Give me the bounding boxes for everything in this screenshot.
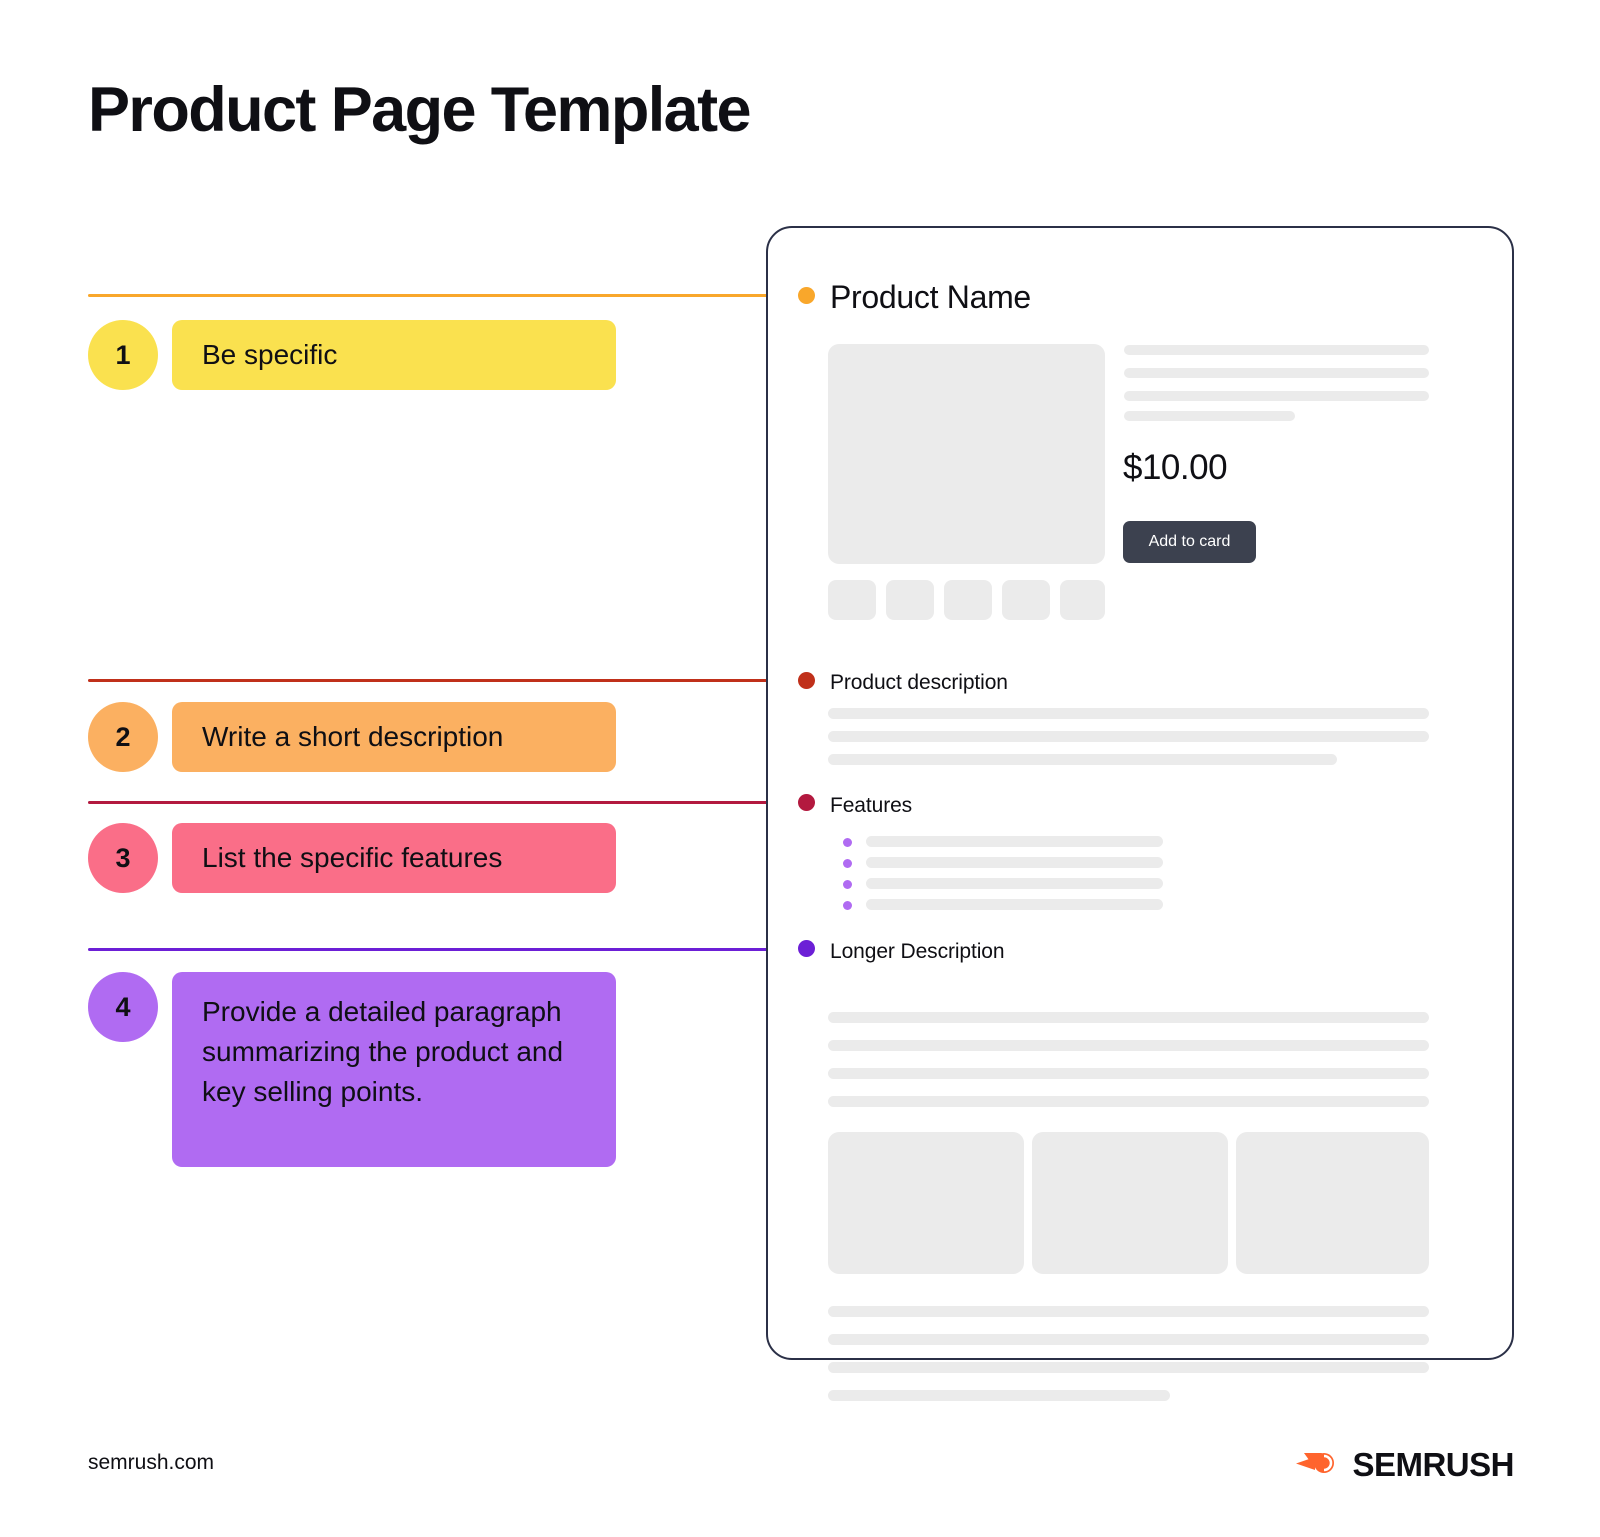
connector-line-2 (88, 679, 802, 682)
feature-bullet-icon (843, 901, 852, 910)
step-2-label: Write a short description (202, 721, 504, 753)
product-meta-line (1124, 391, 1429, 401)
semrush-wordmark: SEMRUSH (1352, 1445, 1514, 1483)
mockup-section-features: Features (830, 794, 913, 817)
longer-description-line (828, 1040, 1429, 1051)
feature-bullet-icon (843, 880, 852, 889)
step-4[interactable]: 4 Provide a detailed paragraph summarizi… (88, 972, 616, 1167)
feature-bullet-icon (843, 859, 852, 868)
step-1[interactable]: 1 Be specific (88, 320, 616, 390)
product-price: $10.00 (1123, 448, 1228, 487)
description-line (828, 731, 1429, 742)
step-1-bar: Be specific (172, 320, 616, 390)
longer-description-image-block[interactable] (1236, 1132, 1429, 1274)
product-thumbnail[interactable] (1060, 580, 1105, 620)
longer-description-line (828, 1096, 1429, 1107)
step-4-label: Provide a detailed paragraph summarizing… (202, 996, 564, 1107)
infographic-canvas: Product Page Template 1 Be specific 2 Wr… (0, 0, 1600, 1537)
step-2[interactable]: 2 Write a short description (88, 702, 616, 772)
product-main-image-placeholder[interactable] (828, 344, 1105, 564)
mockup-section-longer-description: Longer Description (830, 940, 1005, 963)
longer-description-line (828, 1068, 1429, 1079)
add-to-cart-button[interactable]: Add to card (1123, 521, 1256, 563)
product-thumbnail[interactable] (944, 580, 992, 620)
longer-description-image-block[interactable] (1032, 1132, 1228, 1274)
product-thumbnail[interactable] (886, 580, 934, 620)
longer-description-line (828, 1390, 1170, 1401)
longer-description-line (828, 1306, 1429, 1317)
description-line (828, 708, 1429, 719)
longer-description-line (828, 1012, 1429, 1023)
feature-bullet-icon (843, 838, 852, 847)
step-4-bar: Provide a detailed paragraph summarizing… (172, 972, 616, 1167)
connector-line-3 (88, 801, 802, 804)
step-2-number: 2 (88, 702, 158, 772)
product-thumbnail[interactable] (1002, 580, 1050, 620)
semrush-logo: SEMRUSH (1295, 1444, 1514, 1485)
step-3-number: 3 (88, 823, 158, 893)
connector-dot-features (798, 794, 815, 811)
step-3[interactable]: 3 List the specific features (88, 823, 616, 893)
mockup-section-product-description: Product description (830, 671, 1008, 694)
mockup-product-name: Product Name (830, 279, 1031, 315)
page-title: Product Page Template (88, 75, 752, 145)
step-3-label: List the specific features (202, 842, 503, 874)
longer-description-image-block[interactable] (828, 1132, 1024, 1274)
connector-dot-product-name (798, 287, 815, 304)
description-line (828, 754, 1337, 765)
connector-line-1 (88, 294, 802, 297)
step-1-number: 1 (88, 320, 158, 390)
longer-description-line (828, 1362, 1429, 1373)
product-meta-line (1124, 368, 1429, 378)
feature-line (866, 899, 1163, 910)
product-thumbnail[interactable] (828, 580, 876, 620)
footer-url[interactable]: semrush.com (88, 1451, 214, 1475)
longer-description-line (828, 1334, 1429, 1345)
step-1-label: Be specific (202, 339, 338, 371)
feature-line (866, 857, 1163, 868)
step-2-bar: Write a short description (172, 702, 616, 772)
step-3-bar: List the specific features (172, 823, 616, 893)
feature-line (866, 836, 1163, 847)
connector-dot-longer-description (798, 940, 815, 957)
step-4-number: 4 (88, 972, 158, 1042)
product-meta-line (1124, 411, 1295, 421)
connector-dot-product-description (798, 672, 815, 689)
connector-line-4 (88, 948, 802, 951)
feature-line (866, 878, 1163, 889)
product-meta-line (1124, 345, 1429, 355)
semrush-mark-icon (1295, 1444, 1341, 1485)
